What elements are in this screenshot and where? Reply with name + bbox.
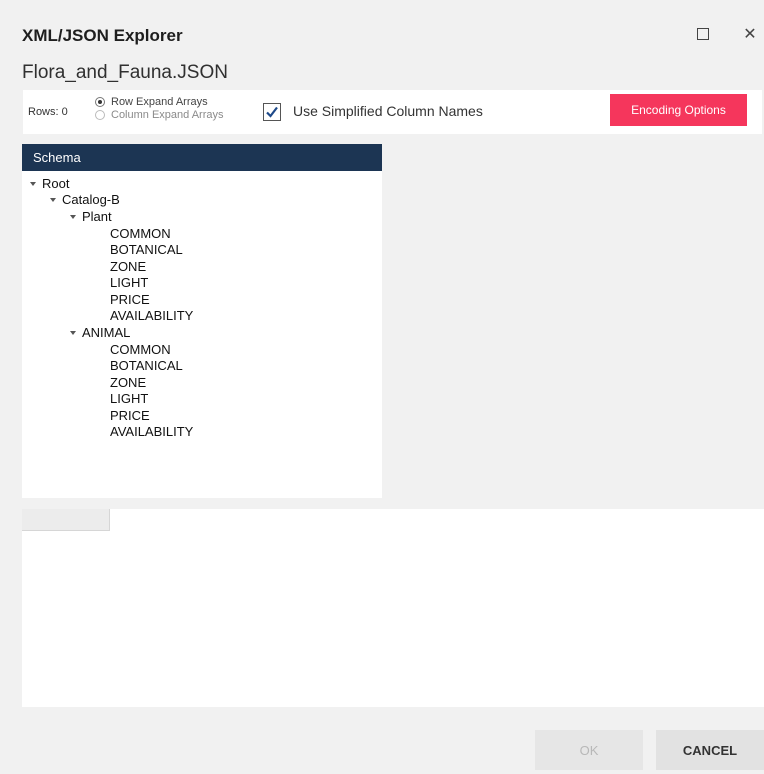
encoding-options-button[interactable]: Encoding Options bbox=[610, 94, 747, 126]
simplified-names-label: Use Simplified Column Names bbox=[293, 103, 483, 119]
tree-leaf[interactable]: LIGHT bbox=[110, 390, 148, 406]
tree-node-label: ANIMAL bbox=[82, 324, 131, 340]
schema-header: Schema bbox=[22, 144, 382, 171]
tree-leaf[interactable]: PRICE bbox=[110, 291, 150, 307]
column-expand-label: Column Expand Arrays bbox=[111, 108, 224, 121]
simplified-names-checkbox[interactable] bbox=[263, 103, 281, 121]
column-expand-radio[interactable] bbox=[95, 109, 105, 120]
row-expand-label: Row Expand Arrays bbox=[111, 95, 208, 108]
tree-leaf[interactable]: AVAILABILITY bbox=[110, 423, 193, 439]
tree-leaf[interactable]: COMMON bbox=[110, 225, 171, 241]
window-title: XML/JSON Explorer bbox=[22, 26, 183, 45]
expand-mode-group: Row Expand Arrays Column Expand Arrays bbox=[95, 95, 224, 121]
schema-panel: Schema Root Catalog-B Plant COMMON BOTAN… bbox=[22, 144, 382, 498]
tree-node-catalog[interactable]: Catalog-B bbox=[50, 191, 120, 207]
row-expand-radio[interactable] bbox=[95, 96, 105, 107]
close-icon: ✕ bbox=[743, 26, 757, 43]
tree-node-plant[interactable]: Plant bbox=[70, 208, 112, 224]
close-button[interactable]: ✕ bbox=[738, 22, 762, 46]
tree-leaf[interactable]: BOTANICAL bbox=[110, 357, 183, 373]
preview-grid bbox=[22, 509, 764, 707]
column-expand-option[interactable]: Column Expand Arrays bbox=[95, 108, 224, 121]
tree-leaf[interactable]: BOTANICAL bbox=[110, 241, 183, 257]
maximize-button[interactable] bbox=[691, 22, 715, 46]
tree-leaf[interactable]: AVAILABILITY bbox=[110, 307, 193, 323]
ok-button[interactable]: OK bbox=[535, 730, 643, 770]
tree-node-animal[interactable]: ANIMAL bbox=[70, 324, 130, 340]
rows-count: Rows: 0 bbox=[28, 106, 68, 118]
expanded-caret-icon[interactable] bbox=[70, 214, 76, 219]
tree-leaf[interactable]: ZONE bbox=[110, 374, 146, 390]
cancel-button[interactable]: CANCEL bbox=[656, 730, 764, 770]
tree-node-label: Plant bbox=[82, 208, 112, 224]
options-toolbar: Rows: 0 Row Expand Arrays Column Expand … bbox=[23, 90, 762, 134]
expanded-caret-icon[interactable] bbox=[70, 330, 76, 335]
tree-node-root[interactable]: Root bbox=[30, 175, 69, 191]
tree-leaf[interactable]: LIGHT bbox=[110, 274, 148, 290]
tree-leaf[interactable]: PRICE bbox=[110, 407, 150, 423]
expanded-caret-icon[interactable] bbox=[50, 197, 56, 202]
tree-leaf[interactable]: ZONE bbox=[110, 258, 146, 274]
maximize-icon bbox=[697, 28, 709, 40]
tree-node-label: Root bbox=[42, 175, 70, 191]
expanded-caret-icon[interactable] bbox=[30, 181, 36, 186]
grid-column-header[interactable] bbox=[22, 509, 110, 531]
row-expand-option[interactable]: Row Expand Arrays bbox=[95, 95, 224, 108]
checkmark-icon bbox=[266, 106, 278, 118]
file-name: Flora_and_Fauna.JSON bbox=[22, 62, 228, 83]
tree-node-label: Catalog-B bbox=[62, 191, 120, 207]
tree-leaf[interactable]: COMMON bbox=[110, 341, 171, 357]
